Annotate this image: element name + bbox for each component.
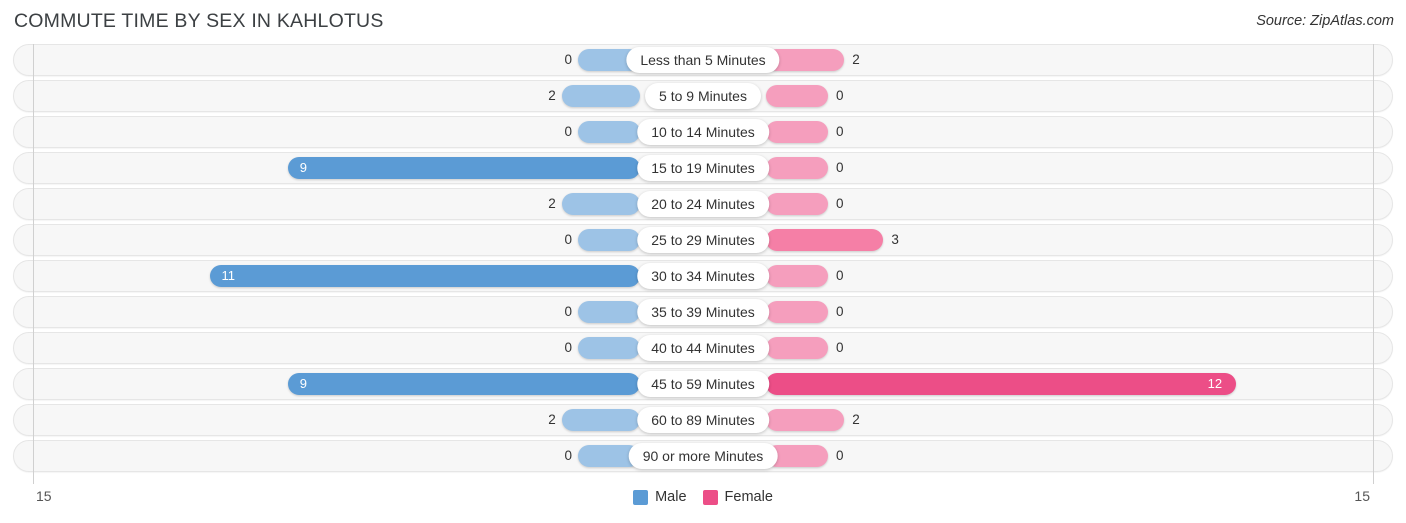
- table-row: 2 0 20 to 24 Minutes: [0, 188, 1406, 220]
- bar-value-male: 2: [548, 88, 556, 103]
- chart-header: COMMUTE TIME BY SEX IN KAHLOTUS Source: …: [0, 0, 1406, 44]
- legend-item-female[interactable]: Female: [702, 489, 773, 505]
- bar-value-male: 0: [564, 304, 572, 319]
- table-row: 9 12 45 to 59 Minutes: [0, 368, 1406, 400]
- category-label: 20 to 24 Minutes: [637, 191, 769, 217]
- table-row: 0 0 10 to 14 Minutes: [0, 116, 1406, 148]
- bar-male: [578, 301, 640, 323]
- category-label: 40 to 44 Minutes: [637, 335, 769, 361]
- table-row: 0 0 90 or more Minutes: [0, 440, 1406, 472]
- table-row: 0 2 Less than 5 Minutes: [0, 44, 1406, 76]
- bar-value-female: 0: [836, 268, 844, 283]
- chart-plot-area: 0 2 Less than 5 Minutes 2 0 5 to 9 Minutes 0 0 1…: [0, 44, 1406, 484]
- table-row: 0 0 35 to 39 Minutes: [0, 296, 1406, 328]
- bar-value-male: 2: [548, 412, 556, 427]
- category-label: 25 to 29 Minutes: [637, 227, 769, 253]
- bar-male: [287, 373, 640, 395]
- chart-legend: Male Female: [0, 489, 1406, 505]
- bar-value-male: 0: [564, 448, 572, 463]
- axis-line-right: [1373, 44, 1374, 484]
- bar-female: [766, 373, 1236, 395]
- category-label: 60 to 89 Minutes: [637, 407, 769, 433]
- legend-swatch-icon: [633, 489, 649, 505]
- table-row: 0 3 25 to 29 Minutes: [0, 224, 1406, 256]
- bar-value-male: 0: [564, 124, 572, 139]
- bar-value-male: 2: [548, 196, 556, 211]
- category-label: 10 to 14 Minutes: [637, 119, 769, 145]
- category-label: 35 to 39 Minutes: [637, 299, 769, 325]
- bar-value-male: 11: [221, 268, 236, 283]
- bar-value-female: 3: [891, 232, 899, 247]
- bar-female: [766, 265, 828, 287]
- chart-footer: 15 15 Male Female: [0, 484, 1406, 523]
- bar-value-female: 0: [836, 196, 844, 211]
- table-row: 9 0 15 to 19 Minutes: [0, 152, 1406, 184]
- table-row: 0 0 40 to 44 Minutes: [0, 332, 1406, 364]
- category-label: 45 to 59 Minutes: [637, 371, 769, 397]
- category-label: 5 to 9 Minutes: [645, 83, 761, 109]
- bar-value-female: 2: [852, 52, 860, 67]
- table-row: 2 2 60 to 89 Minutes: [0, 404, 1406, 436]
- bar-value-female: 2: [852, 412, 860, 427]
- bar-value-female: 0: [836, 88, 844, 103]
- legend-label: Male: [655, 489, 687, 505]
- bar-value-male: 9: [299, 160, 308, 175]
- bar-female: [766, 85, 828, 107]
- bar-female: [766, 157, 828, 179]
- bar-male: [209, 265, 640, 287]
- bar-value-female: 0: [836, 124, 844, 139]
- category-label: Less than 5 Minutes: [626, 47, 780, 73]
- category-label: 90 or more Minutes: [628, 443, 778, 469]
- bar-male: [287, 157, 640, 179]
- bar-value-female: 0: [836, 304, 844, 319]
- bar-female: [766, 229, 884, 251]
- bar-value-female: 0: [836, 448, 844, 463]
- page-title: COMMUTE TIME BY SEX IN KAHLOTUS: [14, 10, 384, 32]
- legend-item-male[interactable]: Male: [633, 489, 687, 505]
- bar-female: [766, 193, 828, 215]
- bar-male: [561, 85, 640, 107]
- chart-rows: 0 2 Less than 5 Minutes 2 0 5 to 9 Minutes 0 0 1…: [0, 44, 1406, 476]
- bar-female: [766, 337, 828, 359]
- bar-value-female: 0: [836, 160, 844, 175]
- source-attribution: Source: ZipAtlas.com: [1256, 13, 1394, 29]
- table-row: 2 0 5 to 9 Minutes: [0, 80, 1406, 112]
- bar-male: [578, 121, 640, 143]
- table-row: 11 0 30 to 34 Minutes: [0, 260, 1406, 292]
- legend-label: Female: [724, 489, 773, 505]
- axis-line-left: [33, 44, 34, 484]
- bar-value-female: 12: [1207, 376, 1223, 391]
- bar-female: [766, 121, 828, 143]
- bar-female: [766, 301, 828, 323]
- category-label: 15 to 19 Minutes: [637, 155, 769, 181]
- bar-value-male: 9: [299, 376, 308, 391]
- category-label: 30 to 34 Minutes: [637, 263, 769, 289]
- bar-male: [578, 337, 640, 359]
- legend-swatch-icon: [702, 489, 718, 505]
- bar-value-female: 0: [836, 340, 844, 355]
- bar-female: [766, 409, 845, 431]
- bar-male: [578, 229, 640, 251]
- bar-value-male: 0: [564, 340, 572, 355]
- bar-value-male: 0: [564, 232, 572, 247]
- bar-male: [561, 409, 640, 431]
- bar-male: [561, 193, 640, 215]
- bar-value-male: 0: [564, 52, 572, 67]
